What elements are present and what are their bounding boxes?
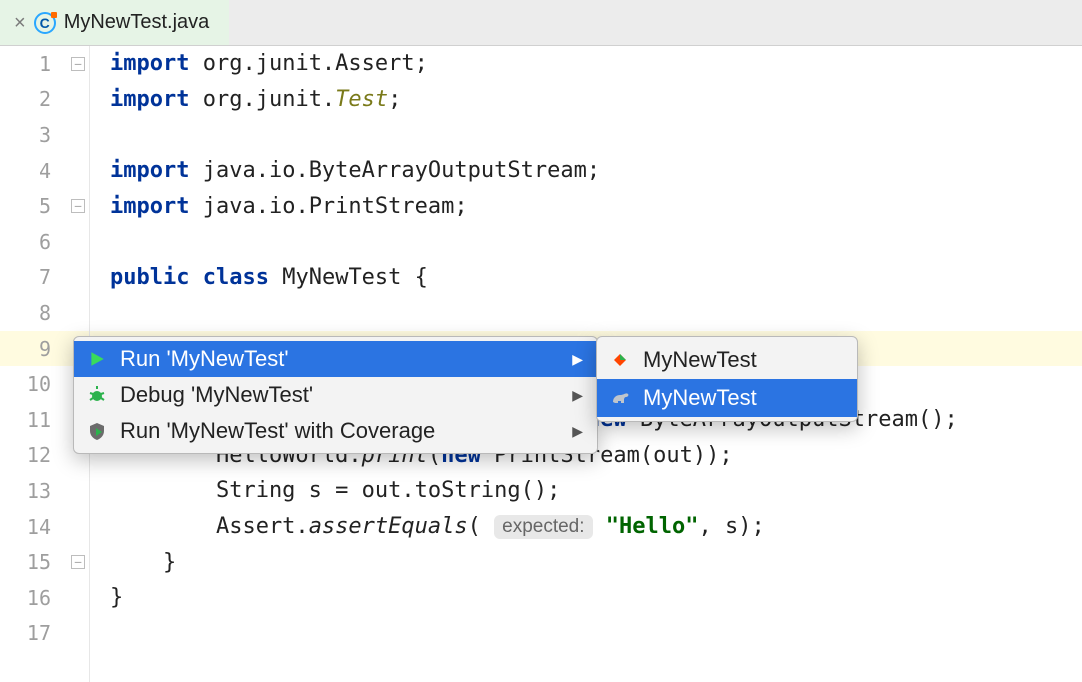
- file-tab[interactable]: × C MyNewTest.java: [0, 0, 229, 45]
- line-number: 14: [0, 509, 89, 545]
- parameter-hint: expected:: [494, 515, 592, 539]
- line-number: 1–: [0, 46, 89, 82]
- line-number: 2: [0, 82, 89, 118]
- line-number: 16: [0, 580, 89, 616]
- menu-coverage[interactable]: Run 'MyNewTest' with Coverage ▶: [74, 413, 597, 449]
- line-number: 3: [0, 117, 89, 153]
- run-icon: [86, 348, 108, 370]
- java-class-icon: C: [34, 12, 56, 34]
- line-number: 17: [0, 616, 89, 652]
- run-submenu: MyNewTest MyNewTest: [596, 336, 858, 422]
- menu-run[interactable]: Run 'MyNewTest' ▶: [74, 341, 597, 377]
- gradle-icon: [609, 387, 631, 409]
- bug-icon: [86, 384, 108, 406]
- submenu-label: MyNewTest: [643, 347, 757, 373]
- tab-bar: × C MyNewTest.java: [0, 0, 1082, 46]
- line-number: 13: [0, 473, 89, 509]
- tab-title: MyNewTest.java: [64, 11, 210, 34]
- editor: 1– 2 3 4 5– 6 7 8 9 10 11 12 13 14 15– 1…: [0, 46, 1082, 682]
- line-number: 7: [0, 260, 89, 296]
- line-number: 15–: [0, 544, 89, 580]
- menu-label: Debug 'MyNewTest': [120, 382, 313, 408]
- submenu-label: MyNewTest: [643, 385, 757, 411]
- fold-icon[interactable]: –: [71, 57, 85, 71]
- menu-debug[interactable]: Debug 'MyNewTest' ▶: [74, 377, 597, 413]
- junit-icon: [609, 349, 631, 371]
- submenu-arrow-icon: ▶: [572, 351, 583, 368]
- submenu-option-gradle[interactable]: MyNewTest: [597, 379, 857, 417]
- submenu-option-junit[interactable]: MyNewTest: [597, 341, 857, 379]
- close-icon[interactable]: ×: [14, 13, 26, 33]
- fold-icon[interactable]: –: [71, 199, 85, 213]
- line-number: 8: [0, 295, 89, 331]
- submenu-arrow-icon: ▶: [572, 423, 583, 440]
- fold-icon[interactable]: –: [71, 555, 85, 569]
- coverage-icon: [86, 420, 108, 442]
- menu-label: Run 'MyNewTest' with Coverage: [120, 418, 435, 444]
- line-number: 4: [0, 153, 89, 189]
- menu-label: Run 'MyNewTest': [120, 346, 289, 372]
- submenu-arrow-icon: ▶: [572, 387, 583, 404]
- context-menu: Run 'MyNewTest' ▶ Debug 'MyNewTest' ▶ Ru…: [73, 336, 598, 454]
- line-number: 5–: [0, 188, 89, 224]
